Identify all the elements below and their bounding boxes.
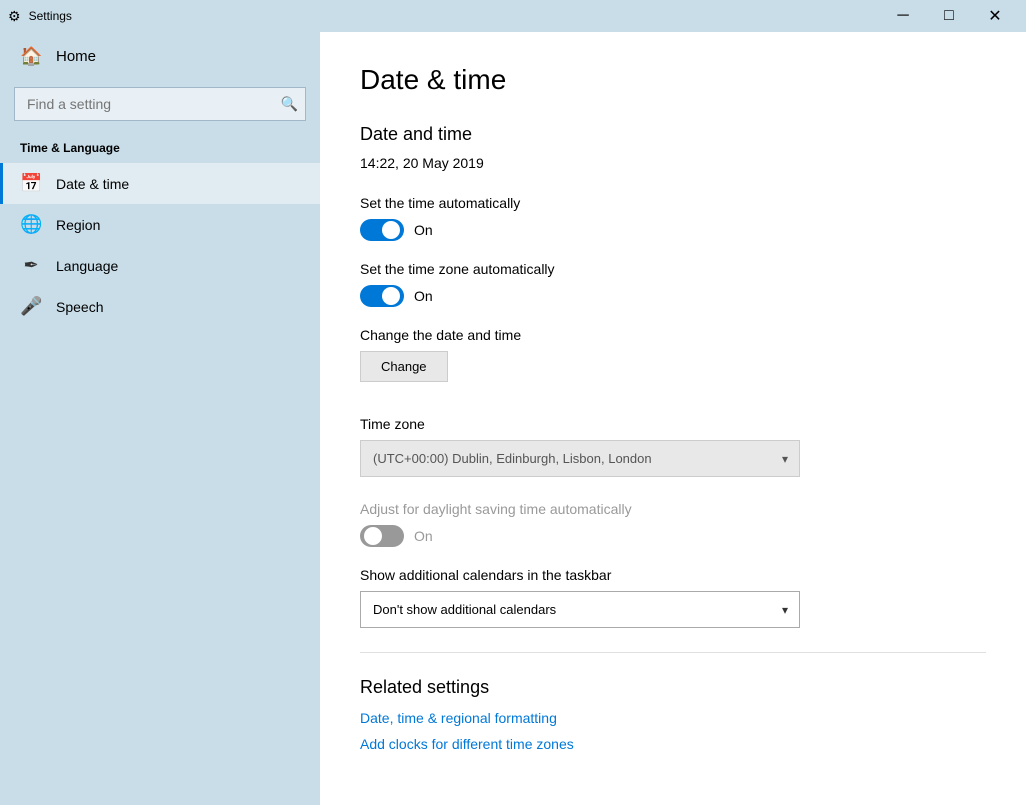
change-datetime-setting: Change the date and time Change — [360, 327, 986, 382]
search-icon: 🔍 — [281, 96, 298, 113]
sidebar-section-title: Time & Language — [0, 137, 320, 163]
additional-cal-dropdown-wrap: Don't show additional calendars ▾ — [360, 591, 800, 628]
timezone-select[interactable]: (UTC+00:00) Dublin, Edinburgh, Lisbon, L… — [360, 440, 800, 477]
sidebar-item-label-region: Region — [56, 217, 100, 233]
auto-time-toggle-row: On — [360, 219, 986, 241]
auto-time-setting: Set the time automatically On — [360, 195, 986, 241]
section-divider — [360, 652, 986, 653]
daylight-toggle[interactable] — [360, 525, 404, 547]
sidebar-item-date-time[interactable]: 📅 Date & time — [0, 163, 320, 204]
sidebar-item-speech[interactable]: 🎤 Speech — [0, 286, 320, 327]
daylight-label: Adjust for daylight saving time automati… — [360, 501, 986, 517]
daylight-toggle-row: On — [360, 525, 986, 547]
sidebar-item-label-date-time: Date & time — [56, 176, 129, 192]
sidebar-search-container: 🔍 — [14, 87, 306, 121]
title-bar: ⚙ Settings ─ □ ✕ — [0, 0, 1026, 32]
related-link-clocks[interactable]: Add clocks for different time zones — [360, 736, 986, 752]
speech-icon: 🎤 — [20, 296, 42, 317]
maximize-button[interactable]: □ — [926, 0, 972, 32]
timezone-setting: Time zone (UTC+00:00) Dublin, Edinburgh,… — [360, 416, 986, 477]
auto-timezone-label: Set the time zone automatically — [360, 261, 986, 277]
auto-time-value: On — [414, 222, 433, 238]
sidebar-item-label-language: Language — [56, 258, 118, 274]
auto-timezone-setting: Set the time zone automatically On — [360, 261, 986, 307]
region-icon: 🌐 — [20, 214, 42, 235]
close-button[interactable]: ✕ — [972, 0, 1018, 32]
change-datetime-label: Change the date and time — [360, 327, 986, 343]
sidebar-item-region[interactable]: 🌐 Region — [0, 204, 320, 245]
app-body: 🏠 Home 🔍 Time & Language 📅 Date & time 🌐… — [0, 32, 1026, 805]
page-title: Date & time — [360, 64, 986, 96]
daylight-setting: Adjust for daylight saving time automati… — [360, 501, 986, 547]
main-content: Date & time Date and time 14:22, 20 May … — [320, 32, 1026, 805]
auto-timezone-value: On — [414, 288, 433, 304]
auto-timezone-toggle-row: On — [360, 285, 986, 307]
window-controls: ─ □ ✕ — [880, 0, 1018, 32]
timezone-dropdown-wrap: (UTC+00:00) Dublin, Edinburgh, Lisbon, L… — [360, 440, 800, 477]
date-time-icon: 📅 — [20, 173, 42, 194]
auto-time-label: Set the time automatically — [360, 195, 986, 211]
related-settings-title: Related settings — [360, 677, 986, 698]
minimize-button[interactable]: ─ — [880, 0, 926, 32]
language-icon: ✒ — [20, 255, 42, 276]
daylight-value: On — [414, 528, 433, 544]
change-button[interactable]: Change — [360, 351, 448, 382]
title-bar-left: ⚙ Settings — [8, 8, 72, 25]
home-label: Home — [56, 48, 96, 65]
timezone-label: Time zone — [360, 416, 986, 432]
additional-cal-select[interactable]: Don't show additional calendars — [360, 591, 800, 628]
related-link-formatting[interactable]: Date, time & regional formatting — [360, 710, 986, 726]
sidebar: 🏠 Home 🔍 Time & Language 📅 Date & time 🌐… — [0, 32, 320, 805]
settings-app-icon: ⚙ — [8, 8, 21, 25]
sidebar-item-label-speech: Speech — [56, 299, 103, 315]
home-icon: 🏠 — [20, 46, 42, 67]
auto-timezone-toggle[interactable] — [360, 285, 404, 307]
current-datetime: 14:22, 20 May 2019 — [360, 155, 986, 171]
search-input[interactable] — [14, 87, 306, 121]
sidebar-item-language[interactable]: ✒ Language — [0, 245, 320, 286]
section-date-time-title: Date and time — [360, 124, 986, 145]
additional-cal-label: Show additional calendars in the taskbar — [360, 567, 986, 583]
app-title: Settings — [29, 9, 72, 23]
sidebar-item-home[interactable]: 🏠 Home — [0, 32, 320, 81]
additional-cal-setting: Show additional calendars in the taskbar… — [360, 567, 986, 628]
auto-time-toggle[interactable] — [360, 219, 404, 241]
